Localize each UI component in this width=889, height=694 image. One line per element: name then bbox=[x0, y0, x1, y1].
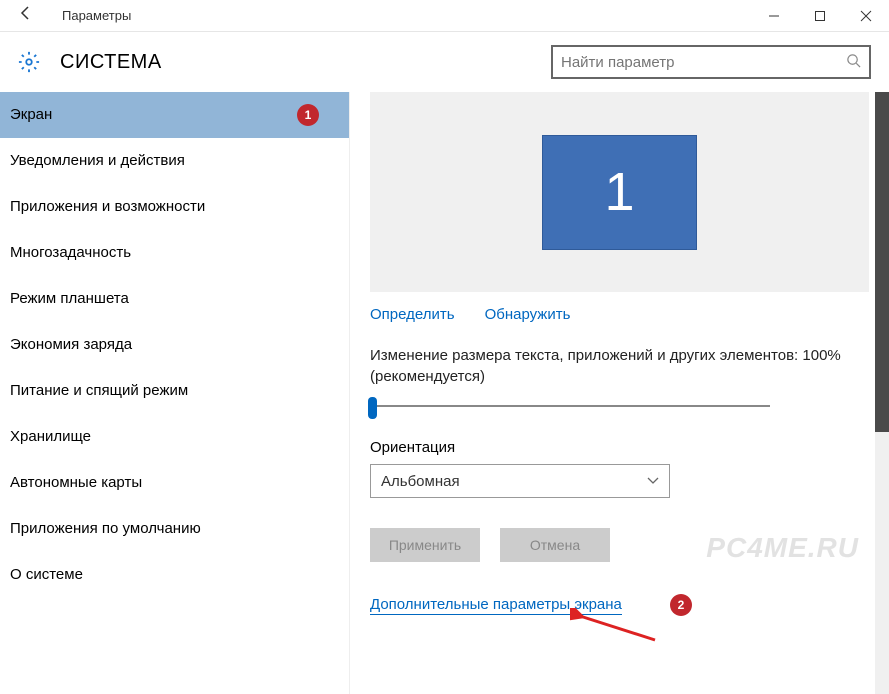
window-title: Параметры bbox=[42, 8, 131, 23]
sidebar-item-display[interactable]: Экран 1 bbox=[0, 92, 349, 138]
scrollbar-track[interactable] bbox=[875, 92, 889, 694]
sidebar-item-label: Режим планшета bbox=[10, 290, 129, 307]
search-box[interactable] bbox=[551, 45, 871, 79]
chevron-down-icon bbox=[647, 474, 659, 488]
monitor-preview-area[interactable]: 1 bbox=[370, 92, 869, 292]
sidebar-item-about[interactable]: О системе bbox=[0, 552, 349, 598]
sidebar-item-apps[interactable]: Приложения и возможности bbox=[0, 184, 349, 230]
monitor-number: 1 bbox=[604, 161, 634, 223]
section-title: СИСТЕМА bbox=[60, 51, 162, 74]
identify-link[interactable]: Определить bbox=[370, 306, 455, 323]
sidebar-item-label: Автономные карты bbox=[10, 474, 142, 491]
orientation-select[interactable]: Альбомная bbox=[370, 464, 670, 498]
sidebar-item-label: Питание и спящий режим bbox=[10, 382, 188, 399]
slider-thumb[interactable] bbox=[368, 397, 377, 419]
sidebar-item-label: Многозадачность bbox=[10, 244, 131, 261]
sidebar-item-battery[interactable]: Экономия заряда bbox=[0, 322, 349, 368]
sidebar-item-label: Приложения по умолчанию bbox=[10, 520, 201, 537]
search-icon bbox=[846, 53, 861, 71]
sidebar: Экран 1 Уведомления и действия Приложени… bbox=[0, 92, 350, 694]
titlebar: Параметры bbox=[0, 0, 889, 32]
sidebar-item-tablet[interactable]: Режим планшета bbox=[0, 276, 349, 322]
sidebar-item-label: О системе bbox=[10, 566, 83, 583]
monitor-tile[interactable]: 1 bbox=[542, 135, 697, 250]
minimize-button[interactable] bbox=[751, 0, 797, 32]
search-input[interactable] bbox=[561, 54, 846, 71]
sidebar-item-power[interactable]: Питание и спящий режим bbox=[0, 368, 349, 414]
orientation-label: Ориентация bbox=[370, 439, 869, 456]
sidebar-item-label: Хранилище bbox=[10, 428, 91, 445]
sidebar-item-label: Экран bbox=[10, 106, 52, 123]
cancel-button[interactable]: Отмена bbox=[500, 528, 610, 562]
slider-track bbox=[370, 405, 770, 407]
detect-link[interactable]: Обнаружить bbox=[485, 306, 571, 323]
scale-slider[interactable] bbox=[370, 395, 770, 419]
sidebar-item-notifications[interactable]: Уведомления и действия bbox=[0, 138, 349, 184]
header: СИСТЕМА bbox=[0, 32, 889, 92]
main-panel: 1 Определить Обнаружить Изменение размер… bbox=[350, 92, 889, 694]
close-button[interactable] bbox=[843, 0, 889, 32]
sidebar-item-offlinemaps[interactable]: Автономные карты bbox=[0, 460, 349, 506]
annotation-badge-1: 1 bbox=[297, 104, 319, 126]
sidebar-item-storage[interactable]: Хранилище bbox=[0, 414, 349, 460]
back-button[interactable] bbox=[10, 5, 42, 26]
sidebar-item-label: Приложения и возможности bbox=[10, 198, 205, 215]
sidebar-item-multitasking[interactable]: Многозадачность bbox=[0, 230, 349, 276]
maximize-button[interactable] bbox=[797, 0, 843, 32]
gear-icon bbox=[18, 51, 40, 73]
scale-label: Изменение размера текста, приложений и д… bbox=[370, 345, 869, 387]
sidebar-item-defaultapps[interactable]: Приложения по умолчанию bbox=[0, 506, 349, 552]
advanced-display-link[interactable]: Дополнительные параметры экрана bbox=[370, 596, 622, 615]
sidebar-item-label: Уведомления и действия bbox=[10, 152, 185, 169]
annotation-badge-2: 2 bbox=[670, 594, 692, 616]
scrollbar-thumb[interactable] bbox=[875, 92, 889, 432]
orientation-value: Альбомная bbox=[381, 473, 460, 490]
sidebar-item-label: Экономия заряда bbox=[10, 336, 132, 353]
apply-button[interactable]: Применить bbox=[370, 528, 480, 562]
